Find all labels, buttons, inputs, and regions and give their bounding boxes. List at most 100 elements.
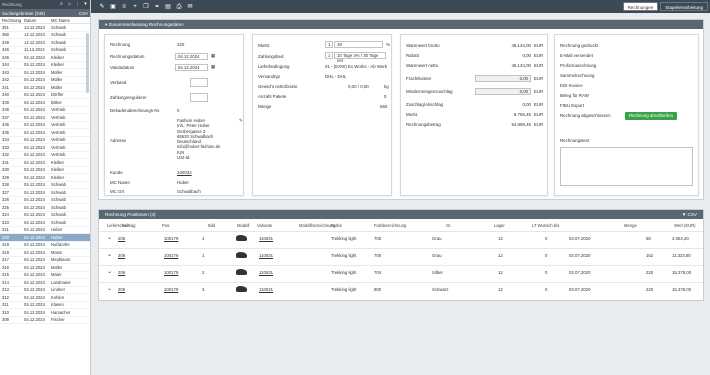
- search-icon[interactable]: ⌕: [59, 2, 64, 7]
- order-link[interactable]: 100179: [164, 236, 178, 241]
- list-item[interactable]: 341 04.12.2024 Müller: [0, 84, 90, 92]
- mwst-code-field[interactable]: 1: [325, 41, 333, 48]
- list-item[interactable]: 311 04.12.2024 Klasen: [0, 302, 90, 309]
- mail-icon[interactable]: ✉: [186, 3, 194, 11]
- list-item[interactable]: 326 04.12.2024 Schwab: [0, 197, 90, 204]
- list-item[interactable]: 335 04.12.2024 Vertrieb: [0, 129, 90, 137]
- filter-icon[interactable]: ▾: [83, 2, 88, 7]
- close-invoice-button[interactable]: Rechnung abschließen: [625, 112, 677, 120]
- delivery-link[interactable]: 206: [118, 236, 125, 241]
- list-icon[interactable]: ≡: [120, 3, 128, 11]
- list-item[interactable]: 338 04.12.2024 Vertrieb: [0, 107, 90, 114]
- home-icon[interactable]: ⌂: [67, 2, 72, 7]
- model-link[interactable]: 110631: [259, 253, 273, 258]
- column-header[interactable]: Gr.: [446, 223, 452, 228]
- more-icon[interactable]: ⋮: [75, 2, 80, 7]
- column-header[interactable]: Pos.: [162, 223, 170, 228]
- chevron-down-icon[interactable]: ⌄: [107, 285, 112, 292]
- column-header[interactable]: Auftrag: [122, 223, 136, 228]
- tab-batch[interactable]: Stapelverarbeitung: [660, 2, 708, 11]
- list-item[interactable]: 324 04.12.2024 Schwab: [0, 212, 90, 219]
- delivery-link[interactable]: 206: [118, 287, 125, 292]
- list-item[interactable]: 314 04.12.2024 Landmaier: [0, 279, 90, 287]
- edit-address-icon[interactable]: ✎: [239, 118, 243, 124]
- date-field[interactable]: 04.12.2024: [175, 53, 208, 60]
- column-header[interactable]: Modellbezeichnung: [299, 223, 335, 228]
- total-input[interactable]: 0,00: [475, 75, 531, 82]
- list-item[interactable]: 339 04.12.2024 Böker: [0, 99, 90, 107]
- list-item[interactable]: 320 04.12.2024 Huber: [0, 234, 90, 242]
- col-mc[interactable]: MC Name: [51, 18, 79, 23]
- tab-invoices[interactable]: Rechnungen: [622, 2, 659, 11]
- list-item[interactable]: 312 04.12.2024 Kohlen: [0, 294, 90, 302]
- list-item[interactable]: 351 13.12.2024 Schwab: [0, 24, 90, 32]
- customer-link[interactable]: 100032: [177, 170, 192, 175]
- list-item[interactable]: 309 04.12.2024 Fischer: [0, 317, 90, 324]
- model-link[interactable]: 110631: [259, 236, 273, 241]
- scrollbar[interactable]: [86, 33, 89, 93]
- zahlungsbed-code-field[interactable]: 1: [325, 52, 333, 59]
- list-item[interactable]: 329 04.12.2024 Kleiber: [0, 174, 90, 182]
- chevron-down-icon[interactable]: ⌄: [107, 251, 112, 258]
- column-header[interactable]: Farbbezeichnung: [374, 223, 406, 228]
- list-item[interactable]: 337 04.12.2024 Vertrieb: [0, 114, 90, 122]
- model-link[interactable]: 110631: [259, 270, 273, 275]
- chevron-down-icon[interactable]: ⌄: [107, 234, 112, 241]
- verband-field[interactable]: [190, 78, 208, 87]
- search-input[interactable]: Rechnung: [2, 1, 56, 8]
- list-item[interactable]: 349 12.12.2024 Schwab: [0, 39, 90, 47]
- list-item[interactable]: 346 11.12.2024 Schwab: [0, 47, 90, 54]
- list-item[interactable]: 321 04.12.2024 Huber: [0, 227, 90, 234]
- print-icon[interactable]: ⎙: [175, 3, 183, 11]
- delivery-link[interactable]: 206: [118, 270, 125, 275]
- add-icon[interactable]: +: [131, 3, 139, 11]
- column-header[interactable]: Modell: [237, 223, 249, 228]
- col-date[interactable]: Datum: [24, 18, 51, 23]
- list-item[interactable]: 325 04.12.2024 Schwab: [0, 204, 90, 212]
- column-header[interactable]: Wert (EUR): [674, 223, 696, 228]
- order-link[interactable]: 100179: [164, 253, 178, 258]
- delivery-link[interactable]: 206: [118, 253, 125, 258]
- col-invoice[interactable]: Rechnung: [2, 18, 24, 23]
- column-header[interactable]: LT Wunsch bis: [532, 223, 559, 228]
- save-icon[interactable]: ▣: [109, 3, 117, 11]
- list-item[interactable]: 340 04.12.2024 Dörfler: [0, 92, 90, 99]
- list-item[interactable]: 317 04.12.2024 Meyblaum: [0, 257, 90, 264]
- list-item[interactable]: 319 04.12.2024 Nußdorfer: [0, 242, 90, 249]
- list-item[interactable]: 334 04.12.2024 Vertrieb: [0, 137, 90, 144]
- positions-csv-button[interactable]: CSV: [688, 212, 697, 217]
- summary-header[interactable]: ▾ Zusammenfassung Rechnungsdaten: [99, 20, 703, 29]
- order-link[interactable]: 100179: [164, 270, 178, 275]
- list-item[interactable]: 343 04.12.2024 Müller: [0, 69, 90, 77]
- list-item[interactable]: 327 04.12.2024 Schwab: [0, 189, 90, 197]
- list-item[interactable]: 333 04.12.2024 Vertrieb: [0, 144, 90, 152]
- list-item[interactable]: 345 04.12.2024 Kleiber: [0, 54, 90, 62]
- list-item[interactable]: 313 04.12.2024 Lindner: [0, 287, 90, 294]
- link-icon[interactable]: ⚭: [153, 3, 161, 11]
- model-link[interactable]: 110631: [259, 287, 273, 292]
- list-item[interactable]: 350 12.12.2024 Schwab: [0, 32, 90, 39]
- valuta-field[interactable]: 04.12.2024: [175, 64, 208, 71]
- chevron-down-icon[interactable]: ⌄: [107, 268, 112, 275]
- list-item[interactable]: 332 04.12.2024 Vertrieb: [0, 152, 90, 159]
- calendar-icon[interactable]: ▦: [211, 64, 215, 70]
- mwst-select[interactable]: 19: [334, 41, 383, 48]
- list-item[interactable]: 315 04.12.2024 Maier: [0, 272, 90, 279]
- order-link[interactable]: 100179: [164, 287, 178, 292]
- zahlungsregulierer-field[interactable]: [190, 93, 208, 102]
- list-item[interactable]: 342 04.12.2024 Müller: [0, 77, 90, 84]
- list-item[interactable]: 316 04.12.2024 Müller: [0, 264, 90, 272]
- column-header[interactable]: Bild: [208, 223, 215, 228]
- positions-header[interactable]: Rechnung Positionen (4) ▼ CSV: [99, 210, 703, 219]
- list-item[interactable]: 310 04.12.2024 Hamacher: [0, 309, 90, 317]
- csv-button[interactable]: CSV: [79, 11, 88, 16]
- list-item[interactable]: 323 04.12.2024 Schwab: [0, 219, 90, 227]
- list-item[interactable]: 330 04.12.2024 Kleiber: [0, 167, 90, 174]
- total-input[interactable]: 0,00: [475, 88, 531, 95]
- invoice-text-area[interactable]: [560, 147, 693, 186]
- zahlungsbed-select[interactable]: 10 Tage 3% / 30 Tage net: [334, 52, 386, 63]
- list-item[interactable]: 318 04.12.2024 Morat: [0, 249, 90, 257]
- column-header[interactable]: Variante: [257, 223, 272, 228]
- list-item[interactable]: 344 04.12.2024 Kleiber: [0, 62, 90, 69]
- column-header[interactable]: Menge: [624, 223, 637, 228]
